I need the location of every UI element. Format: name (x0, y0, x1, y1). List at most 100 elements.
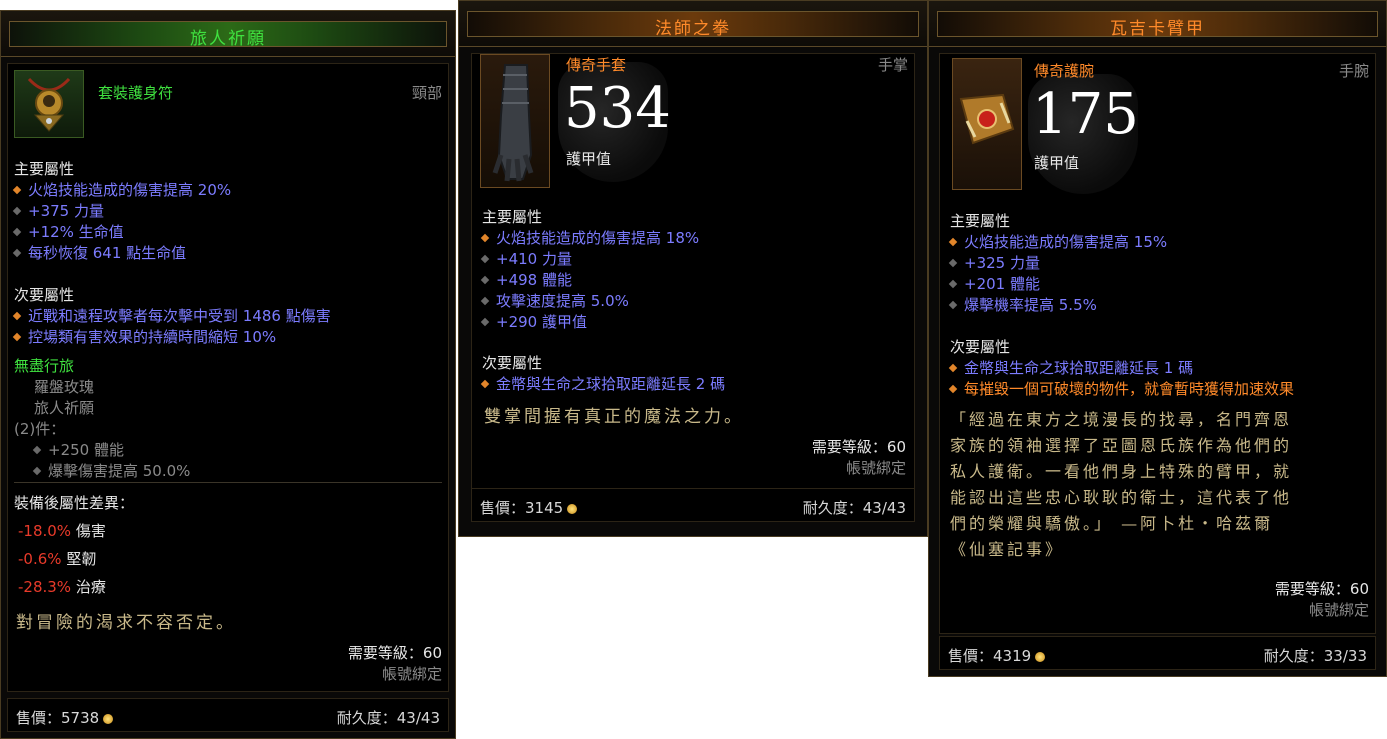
set-bonus: +250 體能 (32, 439, 124, 460)
flavor-text-line: 能認出這些忠心耿耿的衛士，這代表了他 (950, 488, 1293, 507)
required-level: 需要等級：60 (1274, 580, 1369, 598)
armor-label: 護甲值 (566, 150, 612, 168)
gold-coin-icon (567, 504, 578, 514)
bullet-diamond-icon (32, 445, 42, 455)
item-type: 傳奇護腕 (1034, 62, 1095, 80)
flavor-text-line: 「經過在東方之境漫長的找尋，名門齊恩 (950, 410, 1293, 429)
armor-value: 175 (1032, 82, 1139, 147)
bullet-diamond-icon (12, 311, 22, 321)
amulet-icon (27, 77, 71, 132)
primary-affix: 火焰技能造成的傷害提高 20% (12, 179, 231, 200)
item-icon-frame (14, 70, 84, 138)
secondary-affix: 金幣與生命之球拾取距離延長 2 碼 (480, 373, 725, 394)
primary-affix: +498 體能 (480, 269, 572, 290)
primary-affix: +201 體能 (948, 273, 1040, 294)
armor-label: 護甲值 (1034, 154, 1080, 172)
account-bound: 帳號綁定 (381, 665, 442, 683)
account-bound: 帳號綁定 (1308, 601, 1369, 619)
bullet-diamond-icon (480, 379, 490, 389)
primary-affix: 攻擊速度提高 5.0% (480, 290, 629, 311)
stat-diff-row: -0.6% 堅韌 (18, 550, 97, 568)
primary-affix: 爆擊機率提高 5.5% (948, 294, 1097, 315)
durability: 耐久度：33/33 (1263, 647, 1367, 665)
bullet-diamond-icon (12, 227, 22, 237)
flavor-text-line: 《仙塞記事》 (950, 540, 1065, 559)
bullet-diamond-icon (480, 233, 490, 243)
sell-price: 售價：4319 (948, 645, 1046, 666)
item-type: 套裝護身符 (98, 84, 174, 102)
flavor-text-line: 家族的領袖選擇了亞圖恩氏族作為他們的 (950, 436, 1293, 455)
bullet-diamond-icon (948, 300, 958, 310)
tooltip-body: 傳奇手套 手掌 534 護甲值 主要屬性 火焰技能造成的傷害提高 18% +41… (471, 53, 915, 494)
stat-diff-row: -28.3% 治療 (18, 578, 106, 596)
sell-price: 售價：3145 (480, 497, 578, 518)
tooltip-vambraces: 瓦吉卡臂甲 傳奇護腕 手腕 175 護甲值 主要屬性 火焰技能造成的傷害提高 1… (928, 0, 1387, 677)
primary-affix: +290 護甲值 (480, 311, 587, 332)
armor-value: 534 (564, 76, 671, 141)
tooltip-footer: 售價：4319 耐久度：33/33 (939, 636, 1376, 670)
item-slot: 手腕 (1338, 62, 1369, 80)
bullet-diamond-icon (948, 279, 958, 289)
secondary-affix: 近戰和遠程攻擊者每次擊中受到 1486 點傷害 (12, 305, 331, 326)
gold-coin-icon (103, 714, 114, 724)
primary-header: 主要屬性 (482, 208, 543, 226)
secondary-header: 次要屬性 (950, 338, 1011, 356)
bullet-diamond-icon (12, 248, 22, 258)
bullet-diamond-icon (948, 258, 958, 268)
required-level: 需要等級：60 (347, 644, 442, 662)
item-title: 瓦吉卡臂甲 (1110, 19, 1205, 39)
item-icon-frame (952, 58, 1022, 190)
bullet-diamond-icon (480, 254, 490, 264)
primary-affix: +375 力量 (12, 200, 104, 221)
item-title: 法師之拳 (655, 19, 731, 39)
bullet-diamond-icon (948, 363, 958, 373)
bullet-diamond-icon (480, 317, 490, 327)
set-piece: 羅盤玫瑰 (34, 378, 95, 396)
flavor-text: 對冒險的渴求不容否定。 (16, 613, 236, 633)
bracer-icon (959, 93, 1015, 145)
tooltip-footer: 售價：5738 耐久度：43/43 (7, 698, 449, 732)
legendary-affix: 每摧毀一個可破壞的物件，就會暫時獲得加速效果 (948, 378, 1294, 399)
tooltip-header: 法師之拳 (459, 1, 927, 47)
bullet-diamond-icon (948, 237, 958, 247)
secondary-affix: 控場類有害效果的持續時間縮短 10% (12, 326, 276, 347)
set-name: 無盡行旅 (14, 357, 75, 375)
gold-coin-icon (1035, 652, 1046, 662)
tooltip-body: 套裝護身符 頸部 主要屬性 火焰技能造成的傷害提高 20% +375 力量 +1… (7, 63, 449, 692)
sell-price: 售價：5738 (16, 707, 114, 728)
bullet-diamond-icon (12, 206, 22, 216)
secondary-header: 次要屬性 (14, 286, 75, 304)
required-level: 需要等級：60 (811, 438, 906, 456)
primary-affix: 火焰技能造成的傷害提高 15% (948, 231, 1167, 252)
primary-affix: 火焰技能造成的傷害提高 18% (480, 227, 699, 248)
account-bound: 帳號綁定 (845, 459, 906, 477)
flavor-text: 雙掌間握有真正的魔法之力。 (484, 407, 744, 427)
bullet-diamond-icon (12, 332, 22, 342)
bullet-diamond-icon (480, 296, 490, 306)
bullet-diamond-icon (12, 185, 22, 195)
bullet-diamond-icon (948, 384, 958, 394)
set-bonus-count: (2)件： (14, 420, 66, 438)
primary-header: 主要屬性 (950, 212, 1011, 230)
item-slot: 頸部 (411, 84, 442, 102)
bullet-diamond-icon (32, 466, 42, 476)
primary-affix: 每秒恢復 641 點生命值 (12, 242, 186, 263)
durability: 耐久度：43/43 (336, 709, 440, 727)
primary-header: 主要屬性 (14, 160, 75, 178)
item-icon-frame (480, 54, 550, 188)
tooltip-fists-of-thunder: 法師之拳 傳奇手套 手掌 534 護甲值 主要屬性 火焰技能造成的傷害提高 18… (458, 0, 928, 537)
stat-diff-row: -18.0% 傷害 (18, 522, 106, 540)
durability: 耐久度：43/43 (802, 499, 906, 517)
secondary-affix: 金幣與生命之球拾取距離延長 1 碼 (948, 357, 1193, 378)
set-piece: 旅人祈願 (34, 399, 95, 417)
item-slot: 手掌 (877, 56, 908, 74)
flavor-text-line: 們的榮耀與驕傲。」 —阿卜杜・哈茲爾 (950, 514, 1274, 533)
tooltip-header: 瓦吉卡臂甲 (929, 1, 1386, 47)
secondary-header: 次要屬性 (482, 354, 543, 372)
tooltip-body: 傳奇護腕 手腕 175 護甲值 主要屬性 火焰技能造成的傷害提高 15% +32… (939, 53, 1376, 634)
primary-affix: +410 力量 (480, 248, 572, 269)
bullet-diamond-icon (480, 275, 490, 285)
primary-affix: +325 力量 (948, 252, 1040, 273)
item-title: 旅人祈願 (190, 29, 266, 49)
tooltip-header: 旅人祈願 (1, 11, 455, 57)
